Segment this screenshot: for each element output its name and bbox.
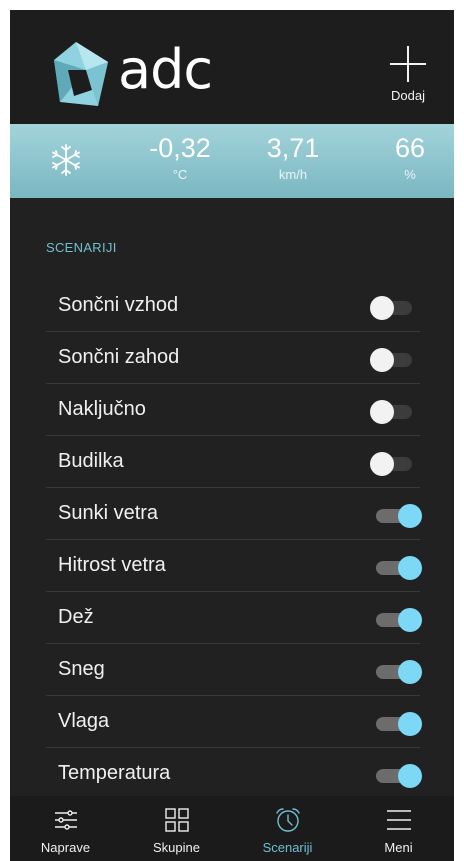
nav-label: Naprave — [40, 840, 91, 855]
scenario-row[interactable]: Hitrost vetra — [46, 540, 422, 592]
scenario-label: Sneg — [58, 658, 105, 680]
adc-logo-icon — [54, 42, 108, 106]
scenario-toggle[interactable] — [370, 400, 416, 424]
scenario-row[interactable]: Sončni vzhod — [46, 280, 420, 332]
scenario-row[interactable]: Budilka — [46, 436, 420, 488]
scenario-toggle[interactable] — [370, 296, 416, 320]
add-button[interactable]: Dodaj — [382, 46, 434, 110]
temperature-metric: -0,32 °C — [140, 132, 220, 186]
grid-icon — [164, 808, 189, 832]
scenario-label: Sunki vetra — [58, 502, 159, 524]
scenario-label: Hitrost vetra — [58, 554, 166, 576]
wind-unit: km/h — [278, 167, 308, 182]
scenario-row[interactable]: Sunki vetra — [46, 488, 422, 540]
scenario-list: Sončni vzhod Sončni zahod Naključno Budi… — [46, 280, 422, 799]
scenario-label: Sončni vzhod — [58, 294, 179, 316]
sliders-icon — [54, 810, 77, 830]
humidity-metric: 66 % — [380, 132, 440, 186]
scenario-toggle[interactable] — [376, 712, 422, 736]
temperature-value: -0,32 — [149, 133, 211, 163]
scenario-label: Temperatura — [58, 762, 171, 784]
scenario-row[interactable]: Sneg — [46, 644, 422, 696]
wind-metric: 3,71 km/h — [258, 132, 328, 186]
alarm-clock-icon — [275, 808, 300, 832]
scenario-label: Budilka — [58, 450, 124, 472]
nav-label: Meni — [384, 840, 413, 855]
nav-item-skupine[interactable]: Skupine — [121, 796, 232, 861]
app-screen: adc Dodaj -0,32 °C 3,71 km/h 66 % SCENAR… — [10, 10, 454, 861]
nav-item-meni[interactable]: Meni — [343, 796, 454, 861]
app-header: adc Dodaj — [10, 10, 454, 124]
scenario-row[interactable]: Temperatura — [46, 748, 422, 799]
scenario-toggle[interactable] — [376, 556, 422, 580]
scenario-toggle[interactable] — [376, 608, 422, 632]
nav-label: Scenariji — [262, 840, 313, 855]
nav-item-naprave[interactable]: Naprave — [10, 796, 121, 861]
snowflake-icon — [52, 144, 80, 176]
plus-icon — [390, 46, 426, 82]
scenario-toggle[interactable] — [376, 660, 422, 684]
humidity-unit: % — [404, 167, 416, 182]
nav-label: Skupine — [153, 840, 200, 855]
brand-name: adc — [118, 38, 213, 101]
scenario-toggle[interactable] — [370, 348, 416, 372]
wind-value: 3,71 — [266, 133, 320, 163]
scenario-label: Naključno — [58, 398, 146, 420]
temperature-unit: °C — [172, 167, 188, 182]
add-label: Dodaj — [391, 88, 425, 103]
scenario-row[interactable]: Sončni zahod — [46, 332, 420, 384]
scenario-label: Dež — [58, 606, 94, 628]
scenario-label: Vlaga — [58, 710, 110, 732]
scenario-toggle[interactable] — [376, 764, 422, 788]
menu-icon — [386, 810, 411, 830]
bottom-nav: Naprave Skupine Scenariji Meni — [10, 796, 454, 861]
scenario-toggle[interactable] — [376, 504, 422, 528]
nav-item-scenariji[interactable]: Scenariji — [232, 796, 343, 861]
scenario-label: Sončni zahod — [58, 346, 180, 368]
humidity-value: 66 — [394, 133, 426, 163]
scenario-toggle[interactable] — [370, 452, 416, 476]
weather-summary: -0,32 °C 3,71 km/h 66 % — [10, 124, 454, 198]
scenario-row[interactable]: Vlaga — [46, 696, 422, 748]
section-title: SCENARIJI — [46, 240, 117, 255]
scenario-row[interactable]: Dež — [46, 592, 422, 644]
scenario-row[interactable]: Naključno — [46, 384, 420, 436]
